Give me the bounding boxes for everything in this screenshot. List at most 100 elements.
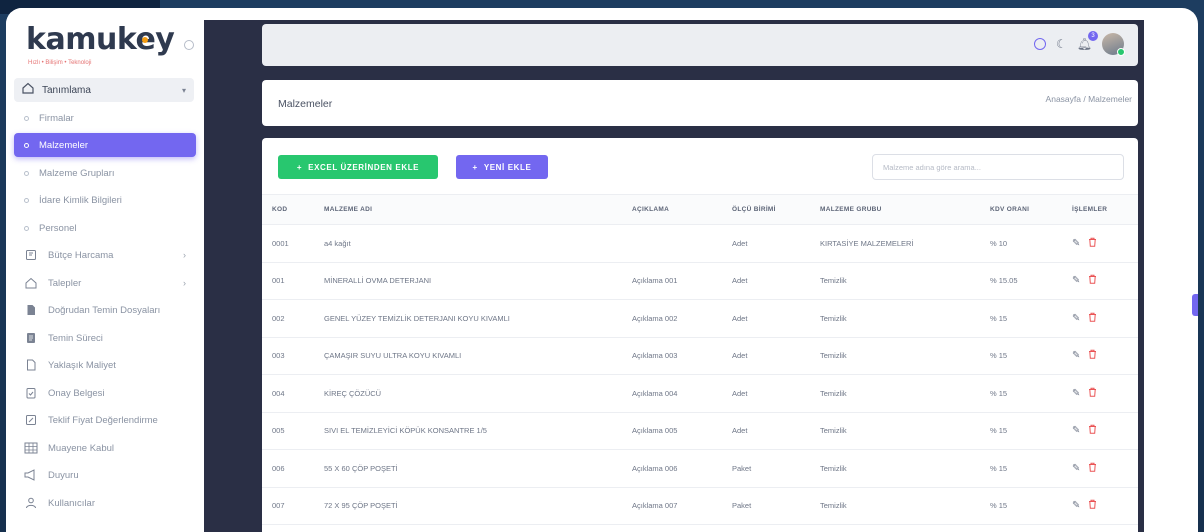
cell-kod: 0001 [262, 224, 314, 263]
excel-import-button[interactable]: + EXCEL ÜZERİNDEN EKLE [278, 155, 438, 179]
bullet-icon [24, 225, 29, 231]
sidebar-item-label: Personel [39, 222, 77, 234]
menu-group-tanimlama[interactable]: Tanımlama ▾ [14, 78, 194, 102]
search-input[interactable] [872, 154, 1124, 180]
cell-malzeme-adi: a4 kağıt [314, 224, 622, 263]
edit-icon[interactable]: ✎ [1072, 275, 1080, 286]
column-header-islemler: İŞLEMLER [1062, 194, 1138, 225]
customizer-tab[interactable] [1192, 294, 1198, 316]
bullet-icon [24, 197, 29, 203]
sidebar-item-idare-kimlik[interactable]: İdare Kimlik Bilgileri [14, 188, 196, 212]
trash-icon[interactable] [1088, 312, 1097, 325]
row-actions: ✎ [1072, 274, 1128, 287]
row-actions: ✎ [1072, 312, 1128, 325]
plus-icon: + [296, 162, 303, 172]
edit-icon[interactable]: ✎ [1072, 238, 1080, 249]
trash-icon[interactable] [1088, 499, 1097, 512]
sidebar-item-label: Kullanıcılar [48, 497, 95, 509]
sidebar-item-label: Doğrudan Temin Dosyaları [48, 304, 161, 316]
sidebar-item-teklif-fiyat[interactable]: Teklif Fiyat Değerlendirme [14, 408, 196, 432]
cell-aciklama [622, 224, 722, 263]
cell-kod: 002 [262, 299, 314, 338]
add-new-button[interactable]: + YENİ EKLE [456, 155, 548, 179]
bell-icon[interactable]: 🔔︎ 3 [1077, 31, 1098, 51]
sidebar-item-butce-harcama[interactable]: Bütçe Harcama › [14, 243, 196, 267]
edit-icon[interactable]: ✎ [1072, 463, 1080, 474]
cell-actions: ✎ [1062, 449, 1138, 488]
sidebar-item-personel[interactable]: Personel [14, 216, 196, 240]
column-header-aciklama[interactable]: AÇIKLAMA [622, 194, 722, 225]
home-icon [22, 81, 34, 99]
edit-icon[interactable]: ✎ [1072, 313, 1080, 324]
table-row: 007 72 X 95 ÇÖP POŞETİ Açıklama 007 Paket Te… [262, 487, 1138, 525]
cell-kdv-orani: % 10 [980, 224, 1062, 263]
trash-icon[interactable] [1088, 237, 1097, 250]
sidebar-item-kullanicilar[interactable]: Kullanıcılar [14, 491, 196, 515]
column-header-malzeme-adi[interactable]: MALZEME ADI [314, 194, 622, 225]
trash-icon[interactable] [1088, 349, 1097, 362]
sidebar-item-talepler[interactable]: Talepler › [14, 271, 196, 295]
trash-icon[interactable] [1088, 274, 1097, 287]
edit-icon[interactable]: ✎ [1072, 388, 1080, 399]
approval-icon [24, 386, 38, 400]
cell-aciklama: Açıklama 003 [622, 337, 722, 375]
sidebar-toggle-icon[interactable] [184, 40, 194, 50]
file-icon [24, 303, 38, 317]
edit-icon[interactable]: ✎ [1072, 500, 1080, 511]
cell-malzeme-adi: 55 X 60 ÇÖP POŞETİ [314, 449, 622, 488]
info-circle-icon[interactable] [1034, 38, 1046, 50]
trash-icon[interactable] [1088, 462, 1097, 475]
table-row: 001 MİNERALLİ OVMA DETERJANI Açıklama 001 A… [262, 262, 1138, 300]
table-row: 002 GENEL YÜZEY TEMİZLİK DETERJANI KOYU K… [262, 299, 1138, 338]
cell-malzeme-adi: GENEL YÜZEY TEMİZLİK DETERJANI KOYU KIVA… [314, 299, 622, 338]
materials-table: KOD MALZEME ADI AÇIKLAMA ÖLÇÜ BİRİMİ MAL… [262, 194, 1138, 525]
column-header-kdv-orani[interactable]: KDV ORANI [980, 194, 1062, 225]
breadcrumb[interactable]: Anasayfa / Malzemeler [1046, 94, 1132, 104]
topbar: ☾ 🔔︎ 3 [262, 24, 1138, 66]
notification-badge: 3 [1088, 31, 1098, 41]
document-icon [24, 331, 38, 345]
sidebar-item-duyuru[interactable]: Duyuru [14, 463, 196, 487]
column-header-malzeme-grubu[interactable]: MALZEME GRUBU [810, 194, 980, 225]
row-actions: ✎ [1072, 349, 1128, 362]
chevron-right-icon: › [183, 250, 186, 260]
sidebar-item-dogrudan-temin[interactable]: Doğrudan Temin Dosyaları [14, 298, 196, 322]
cell-malzeme-adi: KİREÇ ÇÖZÜCÜ [314, 374, 622, 413]
bullet-icon [24, 142, 29, 148]
cell-kdv-orani: % 15 [980, 412, 1062, 450]
avatar[interactable] [1102, 33, 1125, 56]
add-new-label: YENİ EKLE [483, 162, 532, 172]
sidebar-item-label: Teklif Fiyat Değerlendirme [48, 414, 158, 426]
column-header-kod[interactable]: KOD [262, 194, 314, 225]
edit-icon[interactable]: ✎ [1072, 425, 1080, 436]
trash-icon[interactable] [1088, 387, 1097, 400]
trash-icon[interactable] [1088, 424, 1097, 437]
cell-kod: 006 [262, 449, 314, 488]
sidebar-item-label: Malzeme Grupları [39, 167, 115, 179]
sidebar-item-onay-belgesi[interactable]: Onay Belgesi [14, 381, 196, 405]
sidebar-item-temin-sureci[interactable]: Temin Süreci [14, 326, 196, 350]
sidebar-item-label: Onay Belgesi [48, 387, 105, 399]
column-header-olcu-birimi[interactable]: ÖLÇÜ BİRİMİ [722, 194, 810, 225]
cell-aciklama: Açıklama 002 [622, 299, 722, 338]
edit-icon[interactable]: ✎ [1072, 350, 1080, 361]
moon-icon[interactable]: ☾ [1056, 37, 1067, 51]
sidebar-item-label: Duyuru [48, 469, 79, 481]
sidebar-item-muayene-kabul[interactable]: Muayene Kabul [14, 436, 196, 460]
menu-group-label: Tanımlama [42, 84, 91, 96]
sidebar-item-firmalar[interactable]: Firmalar [14, 106, 196, 130]
cell-olcu-birimi: Adet [722, 374, 810, 413]
cell-malzeme-grubu: Temizlik [810, 262, 980, 300]
sidebar-item-malzemeler[interactable]: Malzemeler [14, 133, 196, 157]
chevron-right-icon: › [183, 278, 186, 288]
table-row: 004 KİREÇ ÇÖZÜCÜ Açıklama 004 Adet Temizlik%… [262, 374, 1138, 413]
cell-olcu-birimi: Paket [722, 487, 810, 525]
cell-actions: ✎ [1062, 487, 1138, 525]
sidebar-item-yaklasik-maliyet[interactable]: Yaklaşık Maliyet [14, 353, 196, 377]
table-row: 0001 a4 kağıt Adet KIRTASİYE MALZEMELERİ% 1… [262, 224, 1138, 263]
cell-olcu-birimi: Adet [722, 412, 810, 450]
cell-kod: 005 [262, 412, 314, 450]
sidebar-item-malzeme-gruplari[interactable]: Malzeme Grupları [14, 161, 196, 185]
excel-import-label: EXCEL ÜZERİNDEN EKLE [308, 162, 420, 172]
evaluate-icon [24, 413, 38, 427]
